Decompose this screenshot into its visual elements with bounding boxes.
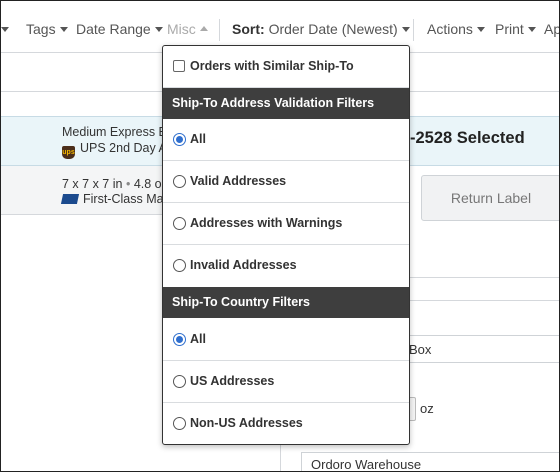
misc-filter-dropdown: Orders with Similar Ship-To Ship-To Addr… [162,45,410,445]
address-filter-invalid[interactable]: Invalid Addresses [163,245,409,287]
oz-unit-label: oz [420,401,434,416]
chevron-down-icon [1,26,9,32]
country-filter-us[interactable]: US Addresses [163,361,409,403]
option-label: Addresses with Warnings [190,216,343,230]
ups-logo-icon: ups [62,146,75,159]
address-filter-valid[interactable]: Valid Addresses [163,161,409,203]
tags-dropdown[interactable]: Tags [26,21,68,37]
date-range-label: Date Range [76,21,151,37]
country-filter-header: Ship-To Country Filters [163,287,409,318]
similar-shipto-label: Orders with Similar Ship-To [190,59,354,73]
print-label: Print [495,21,524,37]
chevron-down-icon [527,26,536,32]
shipping-method-text: First-Class Ma [60,192,164,206]
shipping-package-text: Medium Express B [62,125,167,139]
address-validation-header: Ship-To Address Validation Filters [163,88,409,119]
option-label: Invalid Addresses [190,258,297,272]
country-filter-non-us[interactable]: Non-US Addresses [163,403,409,444]
warehouse-select[interactable]: Ordoro Warehouse [301,452,559,471]
actions-label: Actions [427,21,473,37]
misc-label: Misc [167,21,196,37]
country-filter-all[interactable]: All [163,319,409,361]
address-filter-warnings[interactable]: Addresses with Warnings [163,203,409,245]
radio-button[interactable] [173,217,186,230]
previous-filter-dropdown[interactable] [1,21,9,37]
chevron-down-icon [401,26,410,32]
package-dimensions: 7 x 7 x 7 in [62,177,123,191]
return-label-button[interactable]: Return Label [421,175,559,221]
print-dropdown[interactable]: Print [495,21,536,37]
radio-button[interactable] [173,417,186,430]
option-label: US Addresses [190,374,275,388]
partial-toolbar-item[interactable]: Ap [544,21,560,37]
radio-button[interactable] [173,375,186,388]
chevron-down-icon [154,26,163,32]
radio-button[interactable] [173,333,186,346]
sort-dropdown[interactable]: Sort: Order Date (Newest) [232,21,410,37]
bullet-separator: • [125,177,131,191]
radio-button[interactable] [173,259,186,272]
sort-label: Sort: [232,21,265,37]
shipping-method-label: UPS 2nd Day A [80,141,167,155]
similar-shipto-checkbox[interactable] [173,60,185,72]
radio-button[interactable] [173,175,186,188]
shipping-method-text: ups UPS 2nd Day A [62,141,167,159]
date-range-dropdown[interactable]: Date Range [76,21,163,37]
app-window: Tags Date Range Misc Sort: Order Date (N… [0,0,560,472]
chevron-down-icon [476,26,485,32]
package-dimensions-text: 7 x 7 x 7 in • 4.8 oz [62,177,168,191]
sort-value: Order Date (Newest) [268,21,398,37]
address-filter-all[interactable]: All [163,119,409,161]
toolbar-divider [219,19,220,41]
shipping-method-label: First-Class Ma [83,192,164,206]
option-label: All [190,132,206,146]
actions-dropdown[interactable]: Actions [427,21,485,37]
selected-count-title: -2528 Selected [410,129,525,147]
chevron-up-icon [199,25,208,31]
toolbar-divider [413,19,414,41]
usps-logo-icon [60,194,80,204]
similar-shipto-option[interactable]: Orders with Similar Ship-To [163,46,409,88]
misc-dropdown[interactable]: Misc [167,21,208,37]
radio-button[interactable] [173,133,186,146]
partial-label: Ap [544,21,560,37]
option-label: Non-US Addresses [190,416,303,430]
option-label: Valid Addresses [190,174,287,188]
option-label: All [190,332,206,346]
chevron-down-icon [59,26,68,32]
tags-label: Tags [26,21,56,37]
